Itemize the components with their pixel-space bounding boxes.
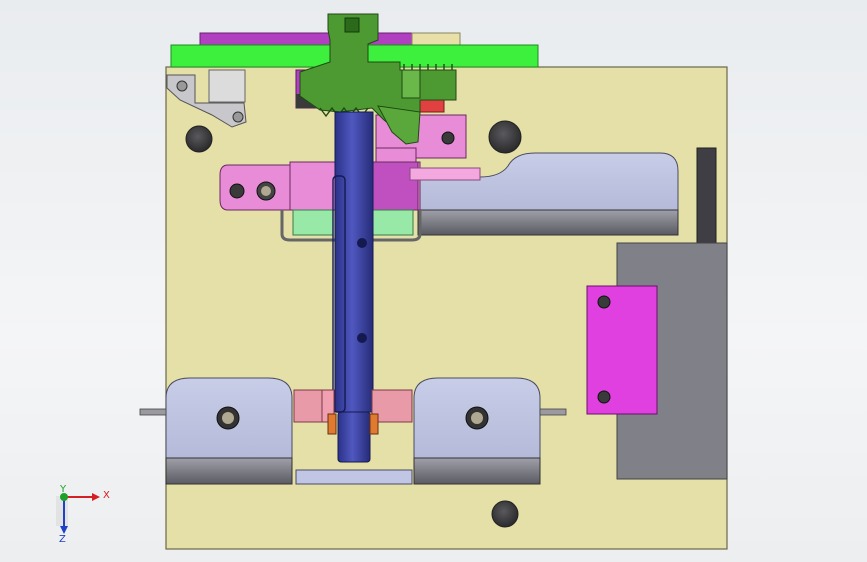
right-rod <box>539 408 567 416</box>
x-axis-label: X <box>103 490 110 501</box>
hole-left <box>185 125 213 153</box>
cad-viewport[interactable]: X Y Z <box>0 0 867 562</box>
lower-center-strip <box>295 469 413 485</box>
hole-right <box>488 120 522 154</box>
y-axis-label: Y <box>59 484 67 495</box>
axis-triad: X Y Z <box>56 484 110 545</box>
lower-left-slider <box>165 377 293 485</box>
blue-shaft <box>332 111 374 463</box>
magenta-plate <box>586 285 658 415</box>
z-axis-label: Z <box>59 534 66 545</box>
x-arrow-icon <box>92 493 100 501</box>
hole-bottom <box>491 500 519 528</box>
lower-right-slider <box>413 377 541 485</box>
right-post <box>696 147 717 244</box>
z-arrow-icon <box>60 526 68 534</box>
left-rod <box>139 408 167 416</box>
